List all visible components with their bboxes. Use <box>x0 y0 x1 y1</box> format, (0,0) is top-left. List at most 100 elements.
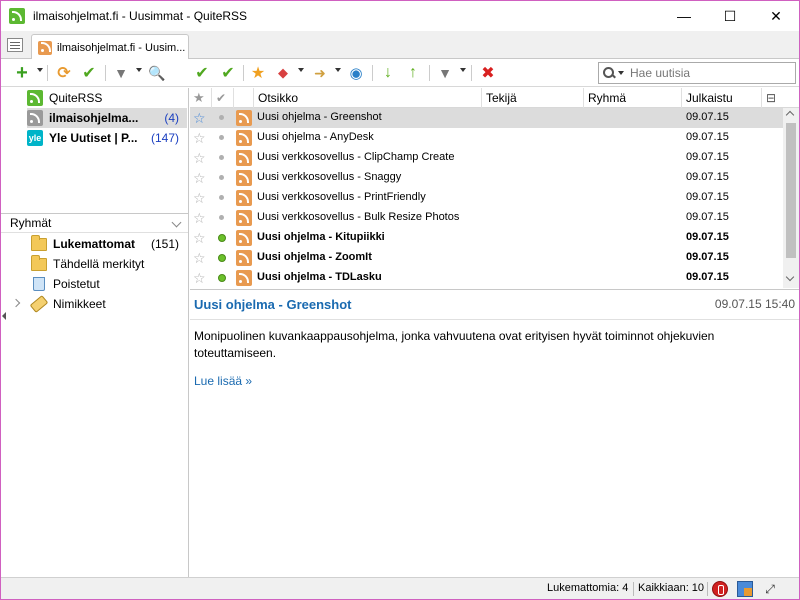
star-icon[interactable]: ☆ <box>193 210 206 227</box>
mark-all-read-icon[interactable]: ✔ <box>219 64 237 82</box>
chevron-down-icon[interactable] <box>171 217 182 228</box>
feed-item-quiterss[interactable]: QuiteRSS <box>27 88 187 108</box>
table-row[interactable]: ☆ Uusi ohjelma - ZoomIt 09.07.15 <box>190 248 783 268</box>
label-dropdown-icon[interactable] <box>298 68 304 72</box>
author-column-header[interactable]: Tekijä <box>482 88 584 108</box>
search-icon[interactable] <box>603 67 615 79</box>
main-menu-icon[interactable] <box>7 38 23 52</box>
unread-status-icon[interactable] <box>218 234 226 242</box>
star-column-icon[interactable]: ★ <box>190 88 212 108</box>
mark-news-read-icon[interactable]: ✔ <box>193 64 211 82</box>
minimize-button[interactable]: — <box>661 1 707 31</box>
group-item-deleted[interactable]: Poistetut <box>31 274 187 294</box>
table-row[interactable]: ☆ Uusi verkkosovellus - ClipChamp Create… <box>190 148 783 168</box>
read-status-icon[interactable] <box>219 215 224 220</box>
filter-dropdown-icon[interactable] <box>136 68 142 72</box>
read-status-icon[interactable] <box>219 155 224 160</box>
feed-item-ilmaisohjelmat[interactable]: ilmaisohjelma... (4) <box>27 108 187 128</box>
table-row[interactable]: ☆ Uusi verkkosovellus - Snaggy 09.07.15 <box>190 168 783 188</box>
share-icon[interactable]: ➜ <box>311 64 329 82</box>
unread-folder-icon <box>31 234 47 251</box>
filter-icon[interactable]: ▼ <box>112 64 130 82</box>
star-icon[interactable]: ☆ <box>193 190 206 207</box>
table-row[interactable]: ☆ Uusi ohjelma - TDLasku 09.07.15 <box>190 268 783 288</box>
column-settings-icon[interactable]: ⊟ <box>762 88 799 108</box>
search-options-icon[interactable] <box>618 71 624 75</box>
star-icon[interactable]: ☆ <box>193 110 206 127</box>
status-separator <box>633 582 634 596</box>
published-column-header[interactable]: Julkaistu <box>682 88 762 108</box>
read-more-link[interactable]: Lue lisää » <box>194 374 252 388</box>
add-feed-dropdown-icon[interactable] <box>37 68 43 72</box>
scrollbar-thumb[interactable] <box>786 123 796 258</box>
search-input[interactable] <box>630 66 790 80</box>
star-icon[interactable]: ☆ <box>193 130 206 147</box>
next-unread-icon[interactable]: ↓ <box>379 64 397 82</box>
maximize-button[interactable]: ☐ <box>707 1 753 31</box>
title-bar[interactable]: ilmaisohjelmat.fi - Uusimmat - QuiteRSS … <box>1 1 799 31</box>
preview-title[interactable]: Uusi ohjelma - Greenshot <box>194 297 351 312</box>
category-column-header[interactable]: Ryhmä <box>584 88 682 108</box>
rss-feed-icon <box>236 250 252 266</box>
expand-labels-icon[interactable] <box>11 298 21 308</box>
read-status-icon[interactable] <box>219 195 224 200</box>
update-icon[interactable]: ⟳ <box>55 64 73 82</box>
table-row[interactable]: ☆ Uusi ohjelma - AnyDesk 09.07.15 <box>190 128 783 148</box>
groups-title: Ryhmät <box>10 216 52 230</box>
table-row[interactable]: ☆ Uusi ohjelma - Greenshot 09.07.15 <box>190 108 783 128</box>
feed-column-header[interactable] <box>234 88 254 108</box>
star-icon[interactable]: ☆ <box>193 150 206 167</box>
rss-feed-icon <box>236 170 252 186</box>
table-row[interactable]: ☆ Uusi ohjelma - Kitupiikki 09.07.15 <box>190 228 783 248</box>
label-icon[interactable]: ◆ <box>274 64 292 82</box>
fullscreen-icon[interactable]: ⤢ <box>763 582 777 596</box>
delete-icon[interactable]: ✖ <box>479 64 497 82</box>
star-icon[interactable]: ☆ <box>193 270 206 287</box>
star-icon[interactable]: ★ <box>249 64 267 82</box>
feed-label: Yle Uutiset | P... <box>49 131 138 145</box>
popup-window-icon[interactable] <box>737 581 753 597</box>
news-scrollbar[interactable] <box>783 108 799 288</box>
share-dropdown-icon[interactable] <box>335 68 341 72</box>
group-item-starred[interactable]: Tähdellä merkityt <box>31 254 187 274</box>
read-column-icon[interactable]: ✔ <box>212 88 234 108</box>
unread-status-icon[interactable] <box>218 254 226 262</box>
star-icon[interactable]: ☆ <box>193 170 206 187</box>
prev-unread-icon[interactable]: ↑ <box>404 64 422 82</box>
group-item-unread[interactable]: Lukemattomat (151) <box>31 234 187 254</box>
news-date: 09.07.15 <box>686 151 729 163</box>
mark-read-icon[interactable]: ✔ <box>80 64 98 82</box>
table-row[interactable]: ☆ Uusi verkkosovellus - PrintFriendly 09… <box>190 188 783 208</box>
scroll-up-icon[interactable] <box>785 110 795 120</box>
rss-feed-icon <box>236 150 252 166</box>
groups-header[interactable]: Ryhmät <box>1 213 188 233</box>
news-filter-dropdown-icon[interactable] <box>460 68 466 72</box>
read-status-icon[interactable] <box>219 135 224 140</box>
news-title: Uusi verkkosovellus - ClipChamp Create <box>257 151 455 163</box>
open-browser-icon[interactable]: ◉ <box>347 64 365 82</box>
toolbar-separator <box>471 65 472 81</box>
stop-update-icon[interactable] <box>712 581 728 597</box>
news-date: 09.07.15 <box>686 131 729 143</box>
star-icon[interactable]: ☆ <box>193 230 206 247</box>
trash-icon <box>33 277 45 291</box>
read-status-icon[interactable] <box>219 175 224 180</box>
add-feed-icon[interactable]: + <box>13 62 31 84</box>
read-status-icon[interactable] <box>219 115 224 120</box>
find-feed-icon[interactable]: 🔍 <box>148 64 166 82</box>
news-filter-icon[interactable]: ▼ <box>436 64 454 82</box>
star-icon[interactable]: ☆ <box>193 250 206 267</box>
group-label: Lukemattomat <box>53 237 136 251</box>
unread-status-icon[interactable] <box>218 274 226 282</box>
scroll-down-icon[interactable] <box>785 272 795 282</box>
tab-feed[interactable]: ilmaisohjelmat.fi - Uusim... <box>31 34 189 60</box>
close-button[interactable]: ✕ <box>753 1 799 31</box>
table-row[interactable]: ☆ Uusi verkkosovellus - Bulk Resize Phot… <box>190 208 783 228</box>
feed-item-yle[interactable]: yle Yle Uutiset | P... (147) <box>27 128 187 148</box>
group-item-labels[interactable]: Nimikkeet <box>29 294 187 314</box>
splitter-collapse-icon[interactable] <box>2 312 6 320</box>
title-column-header[interactable]: Otsikko <box>254 88 482 108</box>
search-box[interactable] <box>598 62 796 84</box>
starred-folder-icon <box>31 254 47 271</box>
news-title: Uusi verkkosovellus - Bulk Resize Photos <box>257 211 460 223</box>
